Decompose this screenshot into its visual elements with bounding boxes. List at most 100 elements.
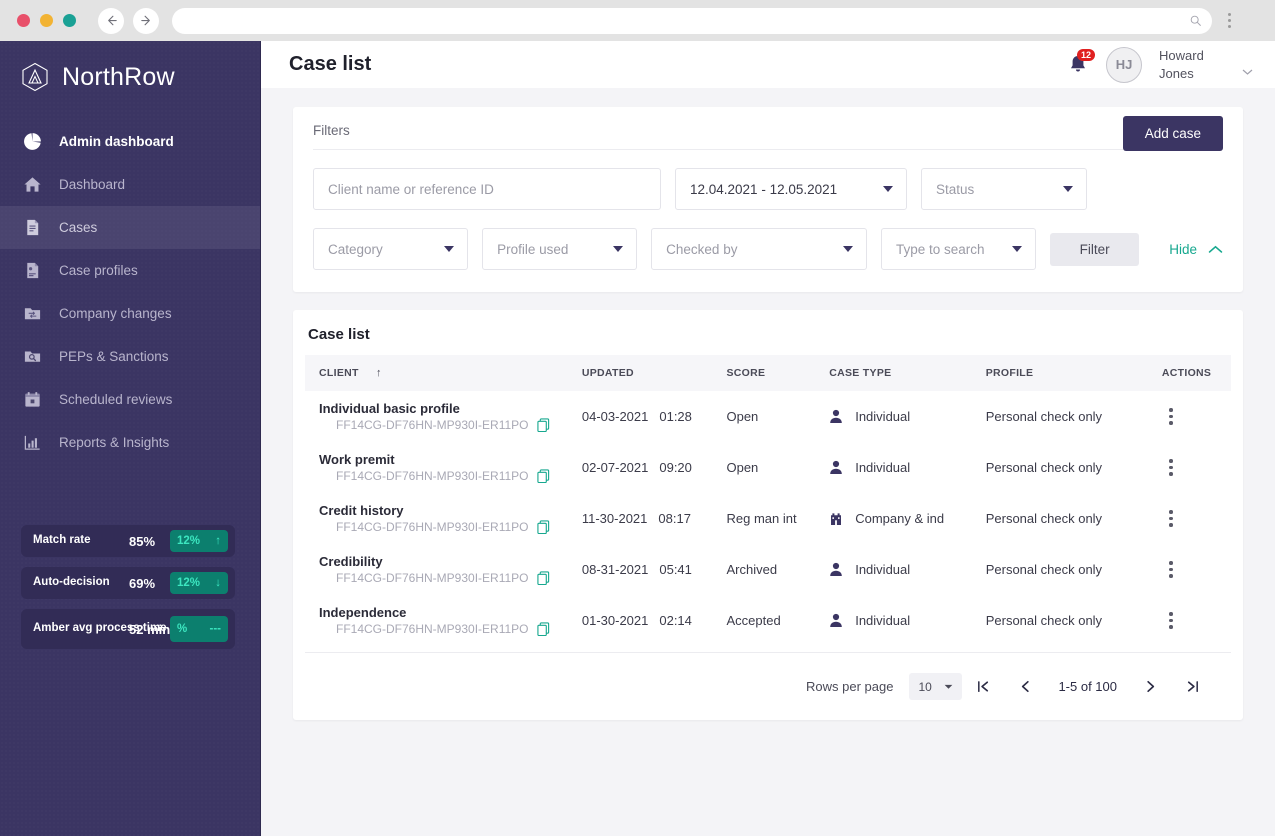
trend-down-arrow-icon: ↓ bbox=[215, 577, 221, 589]
copy-icon[interactable] bbox=[536, 520, 550, 534]
status-select[interactable]: Status bbox=[921, 168, 1087, 210]
copy-icon[interactable] bbox=[536, 622, 550, 636]
sidebar-item-label: Scheduled reviews bbox=[59, 392, 173, 407]
sidebar-item-cases[interactable]: Cases bbox=[0, 206, 260, 249]
profile-used-value: Profile used bbox=[497, 241, 569, 257]
rows-per-page-select[interactable]: 10 bbox=[909, 673, 963, 700]
first-page-button[interactable] bbox=[962, 679, 1004, 694]
client-name: Individual basic profile bbox=[319, 401, 460, 416]
client-name: Independence bbox=[319, 605, 407, 620]
last-page-button[interactable] bbox=[1171, 679, 1213, 694]
column-header-profile[interactable]: PROFILE bbox=[986, 355, 1162, 391]
cell-updated: 08-31-2021 05:41 bbox=[582, 544, 727, 595]
brand-logo[interactable]: NorthRow bbox=[0, 41, 260, 93]
column-header-score[interactable]: SCORE bbox=[726, 355, 829, 391]
updated-date: 02-07-2021 bbox=[581, 460, 649, 475]
updated-time: 02:14 bbox=[659, 613, 692, 628]
column-header-client[interactable]: CLIENT ↑ bbox=[305, 355, 582, 391]
avatar[interactable]: HJ bbox=[1106, 46, 1142, 83]
sort-ascending-arrow: ↑ bbox=[375, 367, 382, 379]
stat-card-auto-decision: Auto-decision 69% 12% ↓ bbox=[21, 567, 235, 599]
calendar-icon bbox=[22, 390, 42, 410]
column-header-updated[interactable]: UPDATED bbox=[582, 355, 727, 391]
filter-button[interactable]: Filter bbox=[1050, 232, 1140, 266]
stat-trend-badge: 12% ↑ bbox=[170, 530, 228, 552]
search-input[interactable]: Client name or reference ID bbox=[313, 168, 661, 210]
column-header-case-type[interactable]: CASE TYPE bbox=[829, 355, 986, 391]
client-reference: FF14CG-DF76HN-MP930I-ER11PO bbox=[319, 418, 582, 432]
table-row[interactable]: Independence FF14CG-DF76HN-MP930I-ER11PO bbox=[305, 595, 1231, 646]
chevron-down-icon[interactable] bbox=[1242, 68, 1253, 76]
stat-card-amber-avg-process-time: Amber avg process time 52 min % --- bbox=[21, 609, 235, 649]
maximize-window-button[interactable] bbox=[63, 14, 76, 27]
hide-filters-toggle[interactable]: Hide bbox=[1169, 242, 1223, 257]
sidebar-item-dashboard[interactable]: Dashboard bbox=[0, 163, 260, 206]
copy-icon[interactable] bbox=[536, 571, 550, 585]
notification-badge: 12 bbox=[1076, 48, 1095, 62]
browser-navigation bbox=[98, 7, 159, 34]
category-select[interactable]: Category bbox=[313, 228, 469, 270]
address-bar[interactable] bbox=[172, 7, 1212, 34]
browser-menu-icon[interactable] bbox=[1228, 13, 1231, 28]
row-menu-button[interactable] bbox=[1162, 561, 1180, 578]
cell-case-type: Individual bbox=[829, 391, 986, 442]
date-range-select[interactable]: 12.04.2021 - 12.05.2021 bbox=[675, 168, 907, 210]
table-row[interactable]: Credit history FF14CG-DF76HN-MP930I-ER11… bbox=[305, 493, 1231, 544]
updated-date: 04-03-2021 bbox=[581, 409, 649, 424]
sidebar-item-admin-dashboard[interactable]: Admin dashboard bbox=[0, 120, 260, 163]
minimize-window-button[interactable] bbox=[40, 14, 53, 27]
previous-page-button[interactable] bbox=[1004, 679, 1046, 694]
cell-profile: Personal check only bbox=[985, 460, 1103, 475]
header-actions: 12 HJ Howard Jones bbox=[1067, 46, 1253, 83]
cell-client: Credit history FF14CG-DF76HN-MP930I-ER11… bbox=[305, 493, 582, 544]
sidebar-nav: Admin dashboard Dashboard Cases Case pro… bbox=[0, 120, 260, 464]
forward-button[interactable] bbox=[133, 7, 159, 34]
updated-time: 08:17 bbox=[658, 511, 691, 526]
person-icon bbox=[830, 613, 843, 627]
column-label: CLIENT bbox=[319, 367, 359, 379]
chevron-down-icon bbox=[883, 186, 893, 192]
copy-icon[interactable] bbox=[536, 418, 550, 432]
sidebar-item-reports-insights[interactable]: Reports & Insights bbox=[0, 421, 260, 464]
chevron-down-icon bbox=[613, 246, 624, 252]
checked-by-select[interactable]: Checked by bbox=[651, 228, 867, 270]
person-icon bbox=[830, 562, 843, 576]
back-button[interactable] bbox=[98, 7, 124, 34]
home-icon bbox=[22, 175, 42, 195]
copy-icon[interactable] bbox=[536, 469, 550, 483]
cell-score: Open bbox=[726, 460, 759, 475]
case-table-head: CLIENT ↑ UPDATED SCORE CASE TYPE PROFILE… bbox=[305, 355, 1231, 391]
add-case-button[interactable]: Add case bbox=[1122, 116, 1223, 151]
sidebar-item-case-profiles[interactable]: Case profiles bbox=[0, 249, 260, 292]
page-content: Filters Add case Client name or referenc… bbox=[261, 107, 1275, 720]
sidebar-item-label: Cases bbox=[59, 220, 98, 235]
row-menu-button[interactable] bbox=[1162, 510, 1180, 527]
case-type-label: Individual bbox=[855, 460, 911, 475]
row-menu-button[interactable] bbox=[1162, 459, 1180, 476]
document-profile-icon bbox=[22, 261, 42, 281]
table-row[interactable]: Individual basic profile FF14CG-DF76HN-M… bbox=[305, 391, 1231, 442]
cell-score: Open bbox=[726, 409, 759, 424]
user-name[interactable]: Howard Jones bbox=[1159, 47, 1237, 82]
stat-delta: % bbox=[177, 623, 188, 635]
case-type-label: Individual bbox=[855, 409, 911, 424]
sidebar-item-scheduled-reviews[interactable]: Scheduled reviews bbox=[0, 378, 260, 421]
forward-arrow-icon bbox=[140, 15, 150, 26]
table-row[interactable]: Credibility FF14CG-DF76HN-MP930I-ER11PO bbox=[305, 544, 1231, 595]
reference-value: FF14CG-DF76HN-MP930I-ER11PO bbox=[336, 418, 529, 432]
next-page-button[interactable] bbox=[1129, 679, 1171, 694]
sidebar-item-company-changes[interactable]: Company changes bbox=[0, 292, 260, 335]
sidebar-item-peps-sanctions[interactable]: PEPs & Sanctions bbox=[0, 335, 260, 378]
table-row[interactable]: Work premit FF14CG-DF76HN-MP930I-ER11PO bbox=[305, 442, 1231, 493]
type-to-search-select[interactable]: Type to search bbox=[880, 228, 1037, 270]
row-menu-button[interactable] bbox=[1162, 408, 1180, 425]
sidebar: NorthRow Admin dashboard Dashboard Cases… bbox=[0, 41, 261, 836]
row-menu-button[interactable] bbox=[1162, 612, 1180, 629]
profile-used-select[interactable]: Profile used bbox=[482, 228, 638, 270]
close-window-button[interactable] bbox=[17, 14, 30, 27]
cell-profile: Personal check only bbox=[985, 613, 1103, 628]
notifications-button[interactable]: 12 bbox=[1067, 48, 1095, 77]
rows-per-page-label: Rows per page bbox=[806, 679, 894, 694]
updated-time: 05:41 bbox=[659, 562, 692, 577]
cell-client: Independence FF14CG-DF76HN-MP930I-ER11PO bbox=[305, 595, 582, 646]
